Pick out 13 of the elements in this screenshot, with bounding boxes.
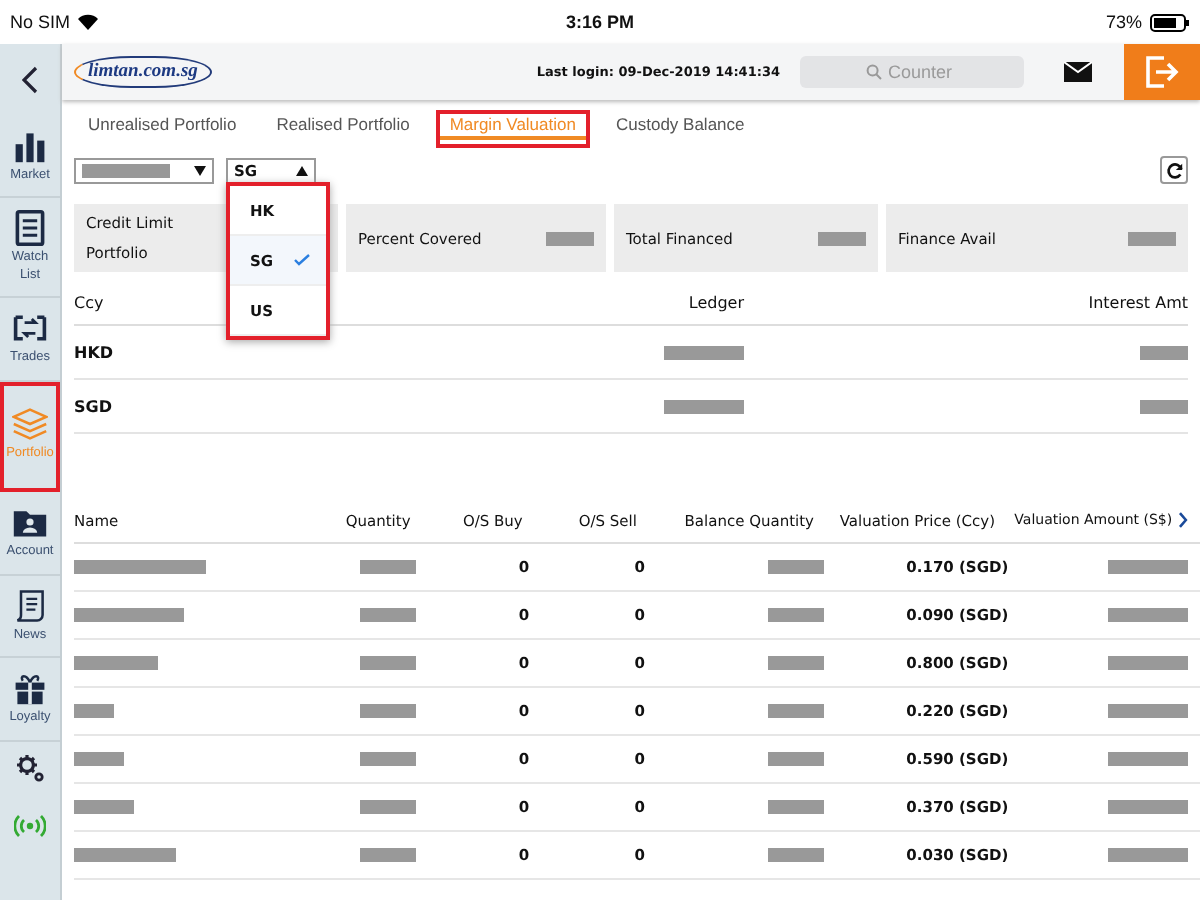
- logo: limtan.com.sg: [74, 56, 212, 88]
- battery-percent: 73%: [1106, 12, 1143, 32]
- carrier-label: No SIM: [10, 12, 71, 32]
- tab[interactable]: Custody Balance: [601, 110, 759, 148]
- column-header: Interest Amt: [1088, 293, 1188, 311]
- column-header: Ledger: [688, 293, 744, 311]
- tab[interactable]: Unrealised Portfolio: [74, 110, 251, 148]
- column-header: Ccy: [74, 293, 104, 311]
- currency-cell: SGD: [74, 397, 112, 415]
- search-field[interactable]: Counter: [800, 56, 1024, 88]
- clock-time: 3:16 PM: [566, 12, 635, 32]
- currency-cell: HKD: [74, 343, 114, 361]
- tab[interactable]: Realised Portfolio: [262, 110, 424, 148]
